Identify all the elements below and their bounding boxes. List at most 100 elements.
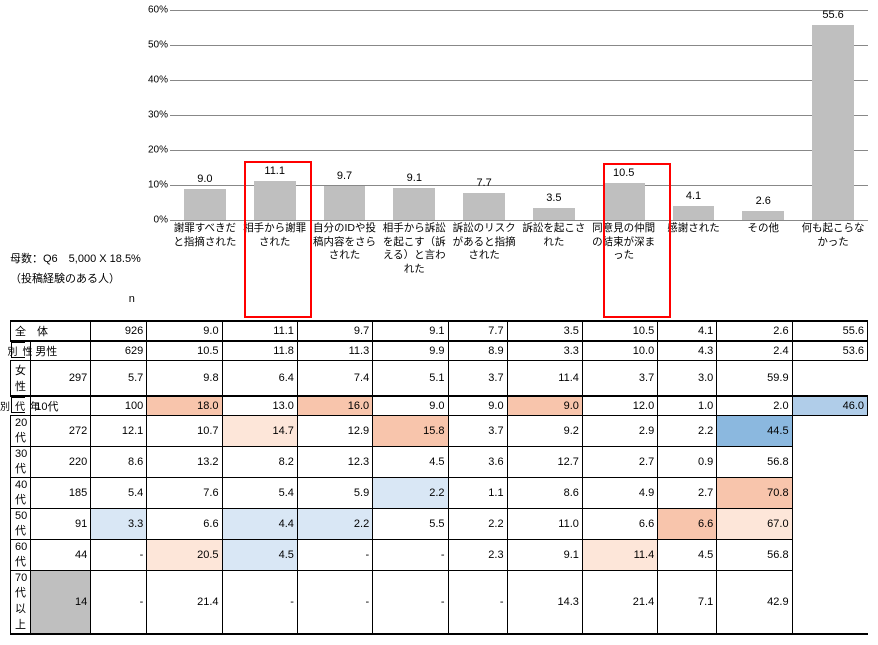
cell-n: 100 bbox=[91, 396, 147, 416]
row-label: 70代以上 bbox=[11, 571, 31, 635]
note-population: 母数：Q6 5,000 X 18.5% bbox=[10, 250, 141, 270]
group-sex: 性別 bbox=[11, 342, 25, 358]
cell-n: 926 bbox=[91, 321, 147, 341]
chart-column: 9.1相手から訴訟を起こす（訴える）と言われた bbox=[379, 10, 449, 320]
cell-value: 18.0 bbox=[147, 396, 222, 416]
cell-value: 2.6 bbox=[717, 321, 792, 341]
cell-value: 3.3 bbox=[507, 341, 582, 361]
cell-value: 42.9 bbox=[717, 571, 792, 635]
x-axis-label: 相手から謝罪された bbox=[240, 222, 310, 249]
cell-n: 297 bbox=[31, 361, 91, 397]
cell-value: 53.6 bbox=[792, 341, 867, 361]
cell-value: 4.5 bbox=[373, 447, 448, 478]
chart-column: 9.7自分のIDや投稿内容をさらされた bbox=[310, 10, 380, 320]
n-header-side: n bbox=[10, 290, 141, 310]
cell-value: 4.3 bbox=[658, 341, 717, 361]
bar-value-label: 9.1 bbox=[379, 172, 449, 184]
cell-value: 12.7 bbox=[507, 447, 582, 478]
cell-value: 9.0 bbox=[448, 396, 507, 416]
cell-value: 16.0 bbox=[297, 396, 372, 416]
cell-value: 7.6 bbox=[147, 478, 222, 509]
bar bbox=[673, 206, 715, 220]
x-axis-label: その他 bbox=[728, 222, 798, 236]
cell-value: 4.5 bbox=[222, 540, 297, 571]
bar-value-label: 7.7 bbox=[449, 177, 519, 189]
cell-value: 10.5 bbox=[582, 321, 657, 341]
cell-value: 6.4 bbox=[222, 361, 297, 397]
bar-value-label: 10.5 bbox=[589, 167, 659, 179]
cell-value: 12.0 bbox=[582, 396, 657, 416]
cell-value: 3.7 bbox=[448, 361, 507, 397]
cell-value: 9.2 bbox=[507, 416, 582, 447]
cell-value: 9.1 bbox=[373, 321, 448, 341]
cell-value: 12.9 bbox=[297, 416, 372, 447]
chart-column: 3.5 訴訟を起こされた bbox=[519, 10, 589, 320]
bar bbox=[463, 193, 505, 220]
bar bbox=[812, 25, 854, 220]
chart-column: 9.0謝罪すべきだと指摘された bbox=[170, 10, 240, 320]
cell-n: 272 bbox=[31, 416, 91, 447]
cell-value: - bbox=[373, 571, 448, 635]
chart-column: 11.1 相手から謝罪された bbox=[240, 10, 310, 320]
cell-value: 3.7 bbox=[582, 361, 657, 397]
cell-value: 0.9 bbox=[658, 447, 717, 478]
cell-value: - bbox=[448, 571, 507, 635]
bar-value-label: 3.5 bbox=[519, 192, 589, 204]
group-age: 年代別 bbox=[11, 397, 25, 413]
cell-value: 5.4 bbox=[222, 478, 297, 509]
cell-value: 10.0 bbox=[582, 341, 657, 361]
cell-value: 44.5 bbox=[717, 416, 792, 447]
row-label: 20代 bbox=[11, 416, 31, 447]
cell-value: - bbox=[222, 571, 297, 635]
cell-value: 70.8 bbox=[717, 478, 792, 509]
cell-value: 2.2 bbox=[373, 478, 448, 509]
cell-n: 220 bbox=[31, 447, 91, 478]
x-axis-label: 何も起こらなかった bbox=[798, 222, 868, 249]
chart-column: 2.6その他 bbox=[728, 10, 798, 320]
y-tick: 30% bbox=[148, 110, 168, 121]
cell-value: 2.7 bbox=[582, 447, 657, 478]
cell-value: 8.2 bbox=[222, 447, 297, 478]
bar-value-label: 11.1 bbox=[240, 165, 310, 177]
cell-value: 10.5 bbox=[147, 341, 222, 361]
row-label: 60代 bbox=[11, 540, 31, 571]
cell-value: 14.7 bbox=[222, 416, 297, 447]
cell-value: 1.1 bbox=[448, 478, 507, 509]
cell-value: 4.1 bbox=[658, 321, 717, 341]
cell-value: 15.8 bbox=[373, 416, 448, 447]
cell-value: 8.6 bbox=[507, 478, 582, 509]
note-filter: （投稿経験のある人） bbox=[10, 270, 141, 290]
y-tick: 60% bbox=[148, 5, 168, 16]
cell-n: 91 bbox=[31, 509, 91, 540]
cell-value: 9.9 bbox=[373, 341, 448, 361]
cell-value: 9.0 bbox=[147, 321, 222, 341]
bar bbox=[393, 188, 435, 220]
cell-value: 2.3 bbox=[448, 540, 507, 571]
cell-value: 11.4 bbox=[507, 361, 582, 397]
cell-value: 7.4 bbox=[297, 361, 372, 397]
cell-n: 44 bbox=[31, 540, 91, 571]
cell-value: - bbox=[91, 540, 147, 571]
cell-value: 2.9 bbox=[582, 416, 657, 447]
cell-value: - bbox=[91, 571, 147, 635]
row-label: 10代 bbox=[31, 396, 91, 416]
x-axis-label: 訴訟を起こされた bbox=[519, 222, 589, 249]
cell-value: 12.3 bbox=[297, 447, 372, 478]
x-axis-label: 同意見の仲間の結束が深まった bbox=[589, 222, 659, 263]
cell-value: 9.0 bbox=[373, 396, 448, 416]
cell-value: 4.4 bbox=[222, 509, 297, 540]
bar bbox=[254, 181, 296, 220]
cell-value: 2.2 bbox=[297, 509, 372, 540]
row-label: 全 体 bbox=[11, 321, 91, 341]
cell-n: 629 bbox=[91, 341, 147, 361]
cell-value: 6.6 bbox=[658, 509, 717, 540]
cell-value: 6.6 bbox=[582, 509, 657, 540]
row-label: 女性 bbox=[11, 361, 31, 397]
y-axis: 0%10%20%30%40%50%60% bbox=[140, 10, 170, 220]
cell-value: 4.9 bbox=[582, 478, 657, 509]
cell-value: 8.6 bbox=[91, 447, 147, 478]
cell-value: 6.6 bbox=[147, 509, 222, 540]
cell-n: 14 bbox=[31, 571, 91, 635]
cell-value: 3.3 bbox=[91, 509, 147, 540]
cell-value: 5.4 bbox=[91, 478, 147, 509]
